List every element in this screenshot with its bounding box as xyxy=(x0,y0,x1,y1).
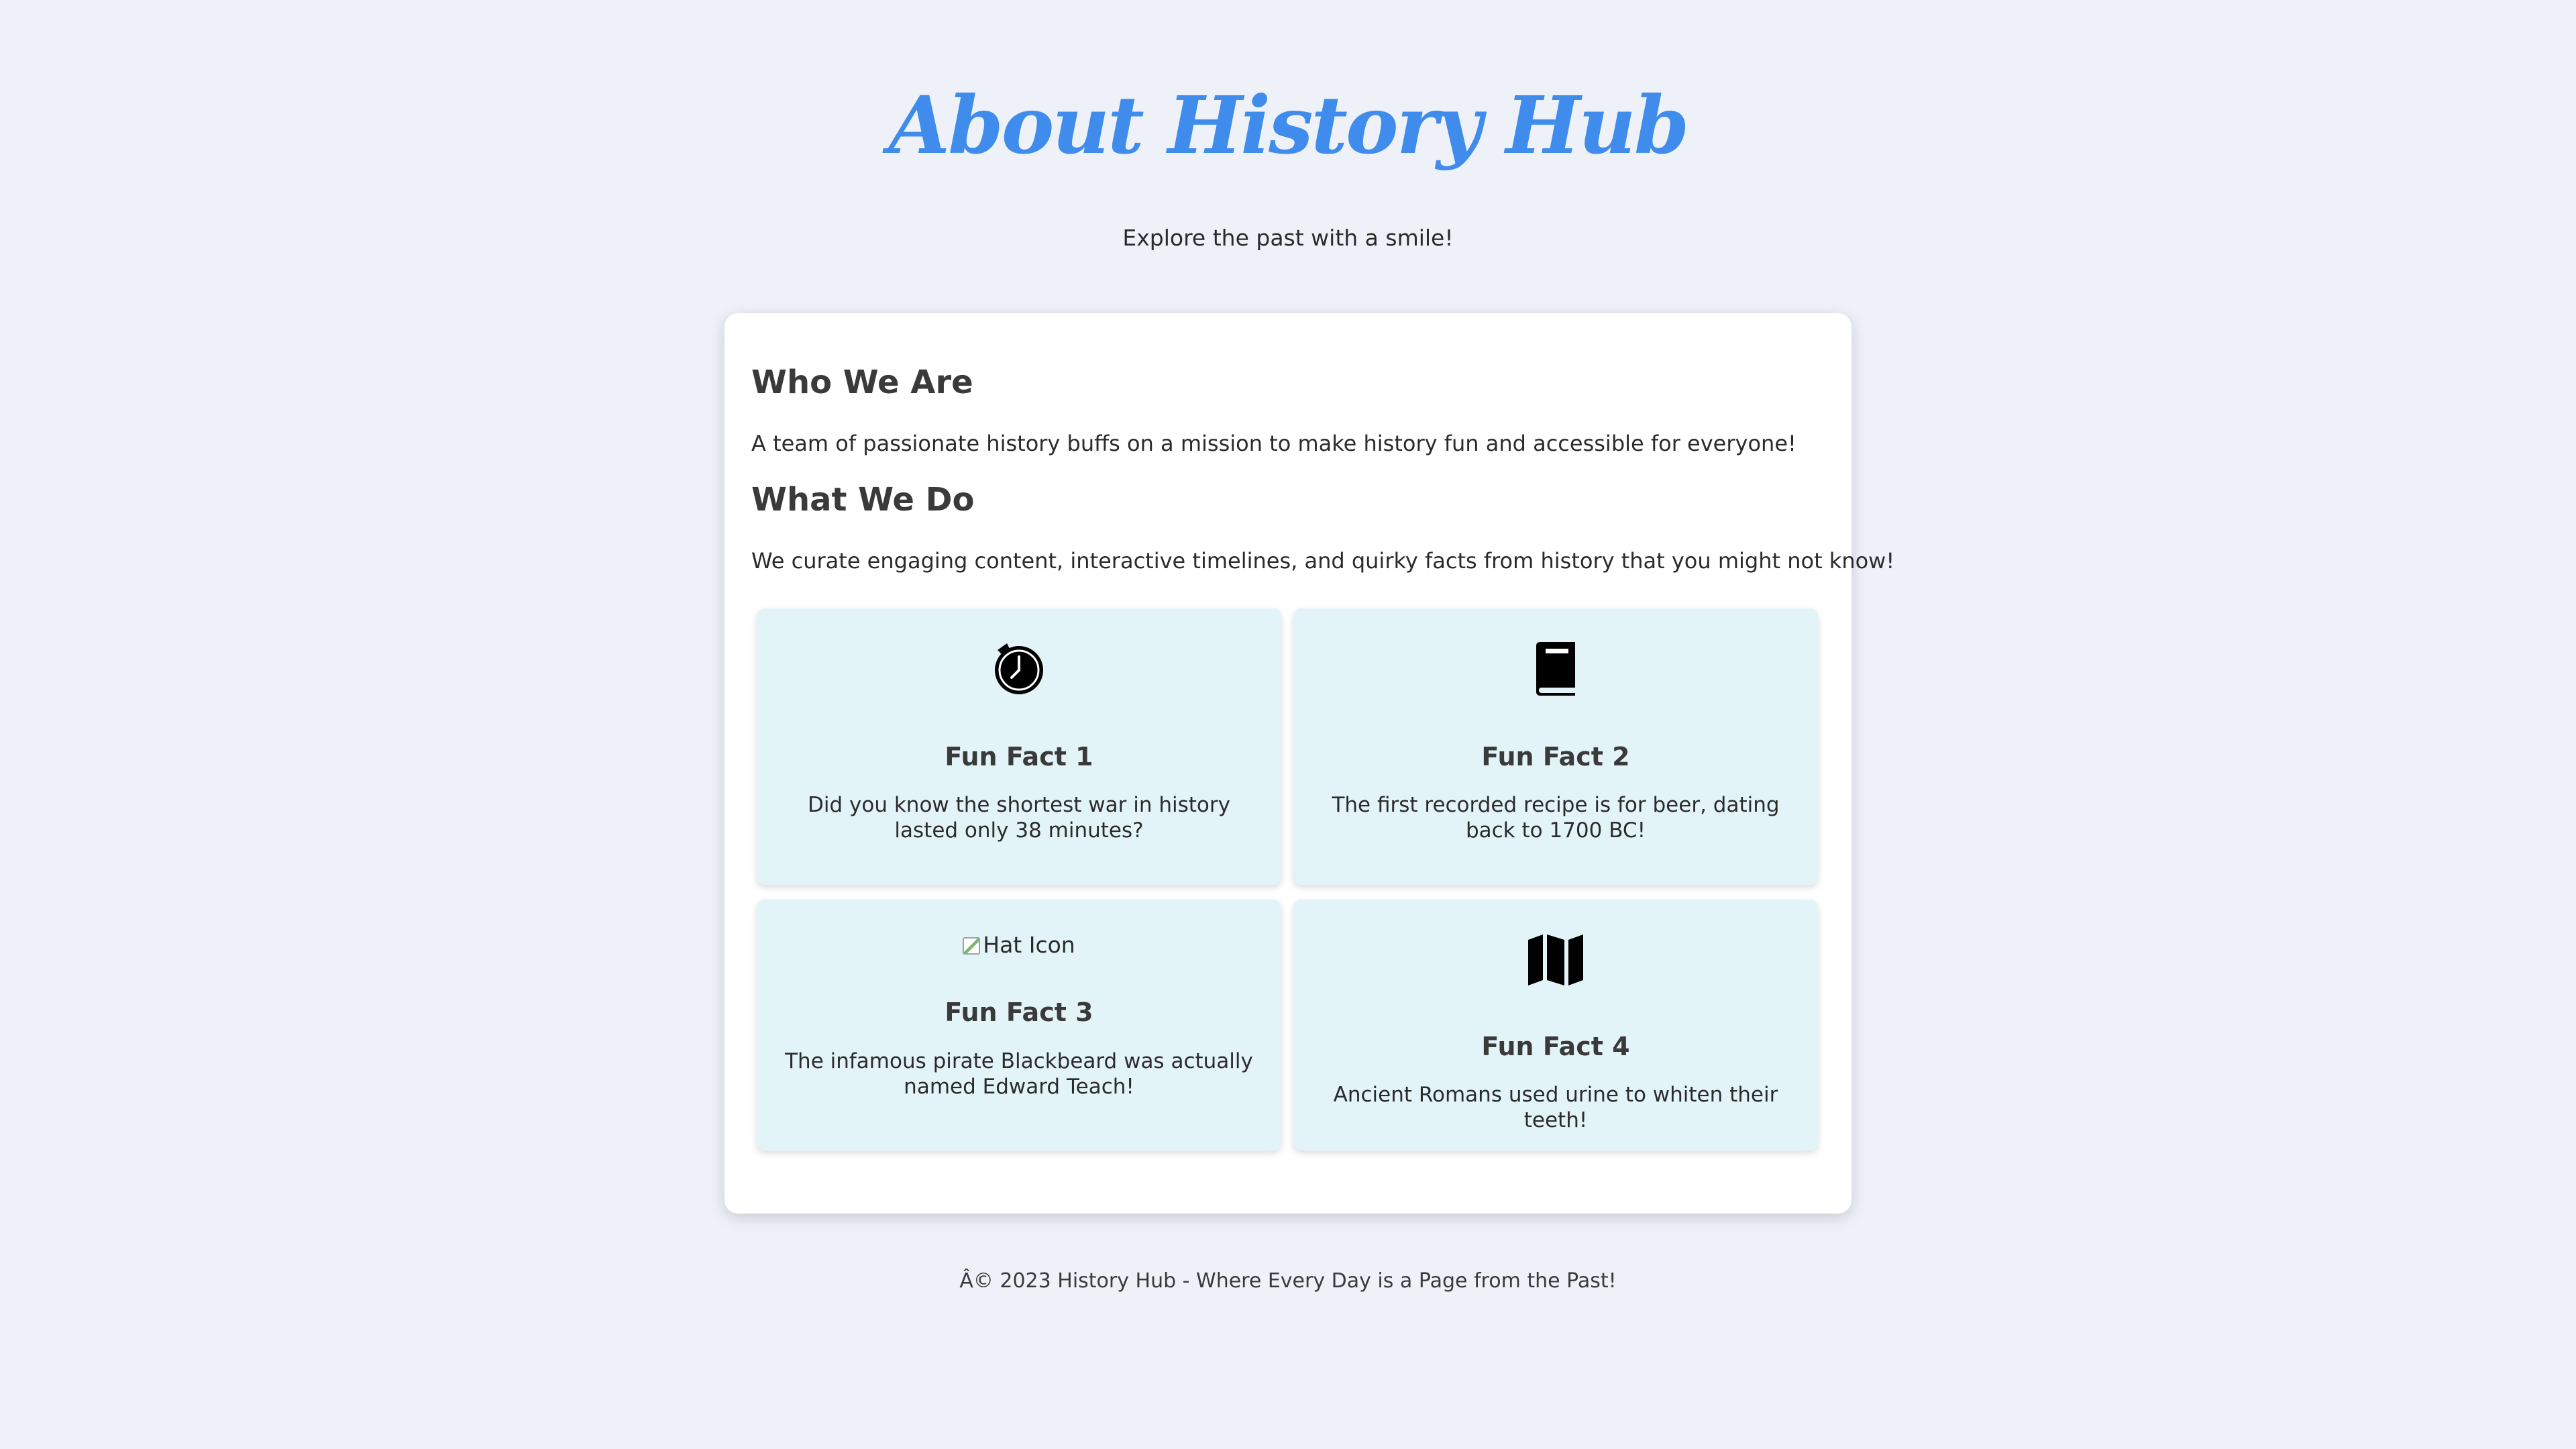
fun-fact-title: Fun Fact 1 xyxy=(945,742,1093,771)
stopwatch-icon xyxy=(757,639,1281,698)
fun-fact-card-3: Hat Icon Fun Fact 3 The infamous pirate … xyxy=(757,900,1281,1150)
hat-icon-alt-text: Hat Icon xyxy=(983,932,1075,958)
broken-image-icon xyxy=(963,937,981,955)
who-we-are-heading: Who We Are xyxy=(751,364,973,401)
fun-fact-text: Did you know the shortest war in history… xyxy=(808,793,1230,843)
map-icon xyxy=(1293,930,1818,989)
fun-fact-title: Fun Fact 4 xyxy=(1481,1032,1630,1061)
who-we-are-text: A team of passionate history buffs on a … xyxy=(751,431,1796,456)
fun-fact-card-2: Fun Fact 2 The first recorded recipe is … xyxy=(1293,608,1818,885)
fun-fact-text: The infamous pirate Blackbeard was actua… xyxy=(785,1049,1253,1099)
page-title: About History Hub xyxy=(888,78,1690,172)
footer-text: Â© 2023 History Hub - Where Every Day is… xyxy=(959,1269,1617,1293)
fun-fact-text: Ancient Romans used urine to whiten thei… xyxy=(1333,1083,1778,1132)
about-card: Who We Are A team of passionate history … xyxy=(724,313,1894,1214)
book-icon xyxy=(1293,639,1818,698)
tagline: Explore the past with a smile! xyxy=(1122,225,1454,251)
fun-fact-card-4: Fun Fact 4 Ancient Romans used urine to … xyxy=(1293,900,1818,1150)
hat-icon: Hat Icon xyxy=(757,930,1281,960)
what-we-do-text: We curate engaging content, interactive … xyxy=(751,548,1895,574)
fun-fact-title: Fun Fact 2 xyxy=(1481,742,1630,771)
fun-fact-title: Fun Fact 3 xyxy=(945,998,1093,1027)
what-we-do-heading: What We Do xyxy=(751,481,975,519)
fun-fact-card-1: Fun Fact 1 Did you know the shortest war… xyxy=(757,608,1281,885)
fun-fact-text: The first recorded recipe is for beer, d… xyxy=(1332,793,1780,843)
